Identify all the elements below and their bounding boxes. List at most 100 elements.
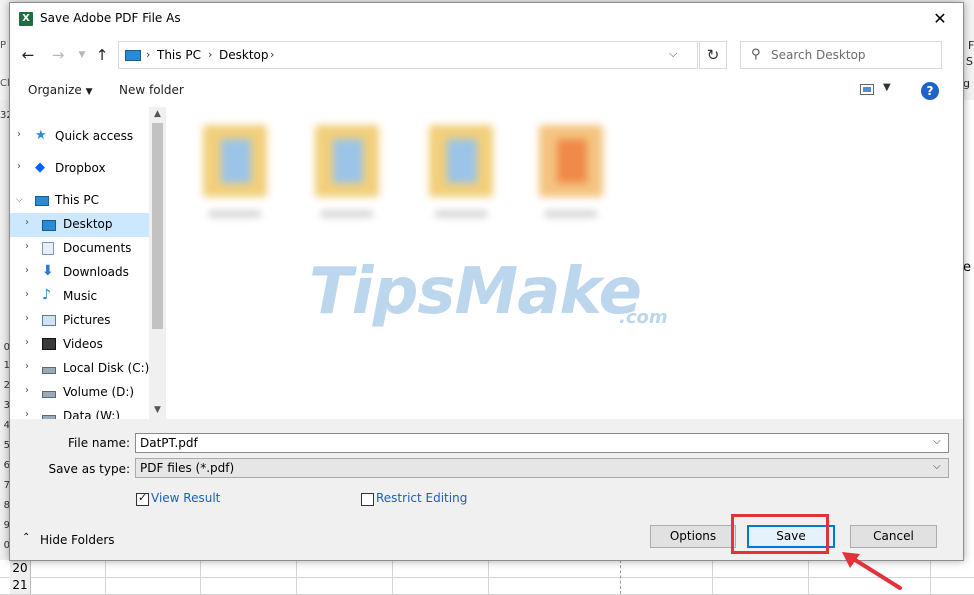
nav-item-label: Pictures	[63, 313, 111, 327]
scroll-down-icon[interactable]: ▼	[149, 405, 166, 415]
tipsmake-watermark-suffix: .com	[619, 307, 668, 328]
documents-icon	[42, 242, 54, 255]
chevron-right-icon[interactable]: ›	[146, 48, 150, 61]
chevron-right-icon[interactable]: ›	[25, 217, 29, 228]
nav-item-local-disk-c[interactable]: › Local Disk (C:)	[10, 357, 150, 381]
scrollbar-thumb[interactable]	[152, 123, 163, 329]
file-name-field[interactable]: DatPT.pdf ⌵	[135, 433, 949, 453]
chevron-right-icon[interactable]: ›	[25, 241, 29, 252]
document-icon	[333, 139, 363, 183]
up-button[interactable]: ↑	[92, 45, 112, 65]
blurred-file-item[interactable]	[429, 125, 493, 217]
nav-item-downloads[interactable]: › ⬇ Downloads	[10, 261, 150, 285]
save-highlight-box	[731, 514, 829, 554]
organize-button[interactable]: Organize ▼	[28, 83, 93, 97]
blurred-file-item[interactable]	[203, 125, 267, 217]
nav-item-desktop[interactable]: › Desktop	[10, 213, 150, 237]
file-label-blurred	[321, 211, 373, 217]
chevron-right-icon[interactable]: ›	[25, 313, 29, 324]
nav-pane-scrollbar[interactable]: ▲ ▼	[149, 107, 166, 419]
forward-button[interactable]: →	[48, 45, 68, 65]
refresh-button[interactable]: ↻	[699, 41, 727, 69]
options-button[interactable]: Options	[650, 525, 736, 548]
chevron-down-icon[interactable]: ⌵	[933, 436, 941, 447]
recent-locations-button[interactable]: ▼	[72, 45, 92, 65]
excel-row: 21	[0, 577, 974, 595]
excel-col-line	[392, 560, 393, 594]
save-as-type-select[interactable]: PDF files (*.pdf) ⌵	[135, 458, 949, 478]
hide-folders-label[interactable]: Hide Folders	[40, 533, 115, 547]
breadcrumb-desktop[interactable]: Desktop	[219, 48, 269, 62]
search-input[interactable]	[771, 46, 936, 64]
chevron-right-icon[interactable]: ›	[25, 409, 29, 419]
excel-col-line	[930, 560, 931, 594]
search-box[interactable]: ⚲	[740, 41, 942, 69]
file-list-area[interactable]: TipsMake .com	[167, 107, 953, 419]
pc-icon	[125, 50, 141, 61]
star-icon: ★	[35, 128, 47, 143]
document-icon	[221, 139, 251, 183]
dropbox-icon: ◆	[35, 160, 45, 175]
chevron-down-icon[interactable]: ⌵	[16, 195, 23, 205]
excel-col-line	[105, 560, 106, 594]
chevron-right-icon[interactable]: ›	[270, 48, 274, 61]
view-result-label[interactable]: View Result	[151, 491, 220, 505]
videos-icon	[42, 338, 56, 350]
chevron-down-icon: ▼	[85, 87, 93, 97]
cancel-button[interactable]: Cancel	[850, 525, 937, 548]
excel-col-line	[712, 560, 713, 594]
change-view-icon[interactable]	[860, 84, 874, 95]
nav-item-documents[interactable]: › Documents	[10, 237, 150, 261]
restrict-editing-label[interactable]: Restrict Editing	[376, 491, 467, 505]
chevron-down-icon: ▼	[78, 50, 86, 60]
restrict-editing-checkbox[interactable]	[361, 493, 374, 506]
nav-item-dropbox[interactable]: › ◆ Dropbox	[10, 157, 150, 181]
back-button[interactable]: ←	[18, 45, 38, 65]
save-as-type-value: PDF files (*.pdf)	[140, 461, 235, 475]
chevron-up-icon[interactable]: ⌃	[22, 532, 30, 543]
ribbon-glyph: F	[968, 39, 974, 52]
scroll-up-icon[interactable]: ▲	[149, 109, 166, 119]
new-folder-button[interactable]: New folder	[119, 83, 184, 97]
chevron-down-icon[interactable]: ⌵	[933, 461, 941, 472]
nav-item-quick-access[interactable]: › ★ Quick access	[10, 125, 150, 149]
document-icon	[447, 139, 477, 183]
chevron-right-icon[interactable]: ›	[208, 48, 212, 61]
excel-row-number: 21	[10, 577, 31, 594]
chevron-right-icon[interactable]: ›	[25, 289, 29, 300]
refresh-icon: ↻	[706, 46, 720, 64]
blurred-file-item[interactable]	[539, 125, 603, 217]
save-as-type-label: Save as type:	[48, 462, 130, 476]
view-result-checkbox[interactable]	[136, 491, 149, 506]
close-icon: ✕	[933, 9, 947, 28]
nav-item-pictures[interactable]: › Pictures	[10, 309, 150, 333]
nav-item-music[interactable]: › ♪ Music	[10, 285, 150, 309]
nav-item-data-w[interactable]: › Data (W:)	[10, 405, 150, 419]
blurred-file-item[interactable]	[315, 125, 379, 217]
file-name-value[interactable]: DatPT.pdf	[140, 436, 198, 450]
nav-item-volume-d[interactable]: › Volume (D:)	[10, 381, 150, 405]
excel-ribbon-text: P	[0, 40, 7, 51]
help-icon[interactable]: ?	[921, 82, 939, 100]
annotation-arrow-icon	[842, 552, 902, 590]
close-button[interactable]: ✕	[922, 7, 958, 31]
address-bar[interactable]: › This PC › Desktop › ⌵	[118, 41, 698, 69]
chevron-right-icon[interactable]: ›	[25, 337, 29, 348]
nav-item-videos[interactable]: › Videos	[10, 333, 150, 357]
chevron-right-icon[interactable]: ›	[17, 129, 21, 140]
nav-item-label: Data (W:)	[63, 409, 121, 419]
dialog-titlebar[interactable]: X Save Adobe PDF File As ✕	[10, 3, 963, 35]
nav-item-this-pc[interactable]: ⌵ This PC	[10, 189, 150, 213]
chevron-right-icon[interactable]: ›	[25, 265, 29, 276]
address-dropdown-icon[interactable]: ⌵	[669, 47, 677, 61]
search-icon: ⚲	[751, 47, 761, 62]
chevron-right-icon[interactable]: ›	[25, 361, 29, 372]
excel-grid-bottom: 20 21	[0, 560, 974, 595]
chevron-right-icon[interactable]: ›	[17, 161, 21, 172]
view-options-dropdown-icon[interactable]: ▼	[883, 82, 891, 93]
arrow-up-icon: ↑	[95, 46, 109, 64]
nav-item-label: This PC	[55, 193, 99, 207]
download-icon: ⬇	[42, 263, 54, 279]
breadcrumb-this-pc[interactable]: This PC	[157, 48, 201, 62]
chevron-right-icon[interactable]: ›	[25, 385, 29, 396]
